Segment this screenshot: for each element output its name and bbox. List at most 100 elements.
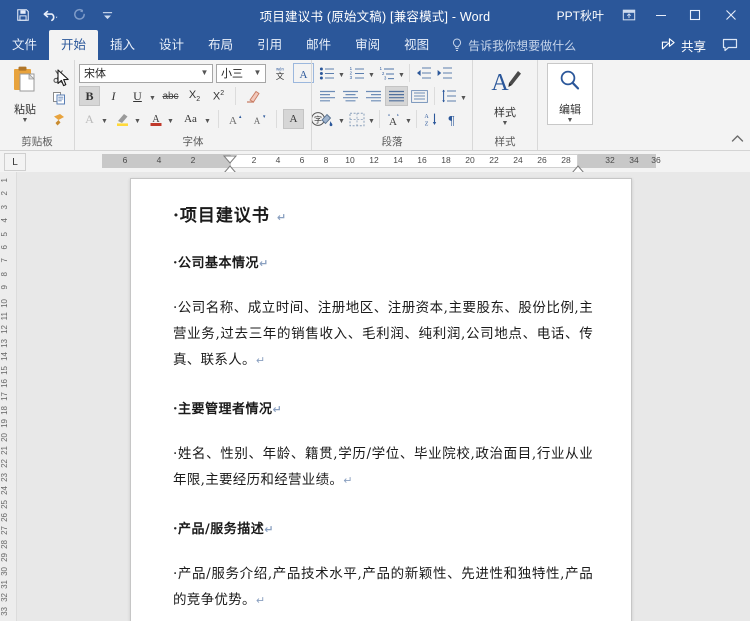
editing-button[interactable]: 编辑 ▼ — [547, 63, 593, 125]
tab-references[interactable]: 引用 — [245, 30, 294, 60]
shading-split[interactable]: ▼ — [316, 109, 346, 129]
borders-icon[interactable] — [346, 109, 367, 129]
align-right-button[interactable] — [362, 86, 385, 106]
increase-indent-icon[interactable] — [434, 63, 455, 83]
styles-button[interactable]: A 样式 ▼ — [482, 63, 528, 127]
ribbon-display-options-icon[interactable] — [614, 0, 644, 30]
bullets-icon[interactable] — [316, 63, 337, 83]
undo-icon[interactable] — [38, 3, 64, 27]
cjk-layout-split[interactable]: A ▼ — [383, 109, 413, 129]
show-formatting-marks-icon[interactable]: ¶ — [441, 109, 462, 129]
chevron-down-icon[interactable]: ▼ — [567, 117, 574, 124]
font-name-combo[interactable]: 宋体 ▼ — [79, 63, 213, 83]
subscript-button[interactable]: X2 — [184, 86, 205, 106]
superscript-button[interactable]: X2 — [208, 86, 229, 106]
chevron-down-icon[interactable]: ▼ — [337, 109, 346, 129]
tab-view[interactable]: 视图 — [392, 30, 441, 60]
line-spacing-split[interactable]: ▼ — [438, 86, 468, 106]
distribute-button[interactable] — [408, 86, 431, 106]
underline-split[interactable]: U ▼ — [127, 86, 157, 106]
horizontal-ruler[interactable]: 6 4 2 2 4 6 8 10 12 14 16 18 20 22 24 26… — [28, 154, 750, 182]
numbering-icon[interactable]: 123 — [346, 63, 367, 83]
account-name[interactable]: PPT秋叶 — [547, 7, 614, 24]
chevron-down-icon[interactable]: ▼ — [148, 86, 157, 106]
font-color-split[interactable]: A ▼ — [145, 109, 175, 129]
tab-home[interactable]: 开始 — [49, 30, 99, 60]
format-painter-icon[interactable] — [48, 110, 70, 130]
text-effects-split[interactable]: A ▼ — [79, 109, 109, 129]
highlight-split[interactable]: ▼ — [112, 109, 142, 129]
bullets-split[interactable]: ▼ — [316, 63, 346, 83]
chevron-down-icon[interactable]: ▼ — [337, 63, 346, 83]
paragraph-body[interactable]: ·公司名称、成立时间、注册地区、注册资本,主要股东、股份比例,主营业务,过去三年… — [173, 295, 593, 374]
sort-icon[interactable]: AZ — [420, 109, 441, 129]
paragraph-title[interactable]: ·项目建议书 ↵ — [173, 201, 593, 226]
vertical-ruler[interactable]: 1 2 3 4 5 6 7 8 9 10 11 12 13 14 15 16 17 18 19 20 21 22 23 24 2… — [0, 172, 17, 621]
tab-stop-selector[interactable]: L — [4, 153, 26, 171]
paste-button[interactable]: 粘贴 ▼ — [4, 63, 46, 124]
tell-me-search[interactable]: 告诉我你想要做什么 — [441, 30, 586, 60]
chevron-down-icon[interactable]: ▼ — [367, 63, 376, 83]
decrease-indent-icon[interactable] — [413, 63, 434, 83]
chevron-down-icon[interactable]: ▼ — [502, 120, 509, 127]
text-effects-icon[interactable]: A — [79, 109, 100, 129]
tab-file[interactable]: 文件 — [0, 30, 49, 60]
chevron-down-icon[interactable]: ▼ — [203, 109, 212, 129]
chevron-down-icon[interactable]: ▼ — [252, 69, 263, 77]
change-case-icon[interactable]: Aa — [178, 109, 203, 129]
bold-button[interactable]: B — [79, 86, 100, 106]
paragraph-heading[interactable]: ·主要管理者情况↵ — [173, 398, 593, 417]
tab-mailings[interactable]: 邮件 — [294, 30, 343, 60]
save-icon[interactable] — [10, 3, 36, 27]
multilevel-list-split[interactable]: 123 ▼ — [376, 63, 406, 83]
share-button[interactable]: 共享 — [655, 36, 712, 55]
minimize-button[interactable] — [644, 0, 678, 30]
align-left-button[interactable] — [316, 86, 339, 106]
chevron-down-icon[interactable]: ▼ — [22, 117, 29, 124]
grow-font-icon[interactable]: A — [225, 109, 246, 129]
justify-button[interactable] — [385, 86, 408, 106]
character-shading-icon[interactable]: A — [283, 109, 304, 129]
paragraph-heading[interactable]: ·公司基本情况↵ — [173, 252, 593, 271]
chevron-down-icon[interactable]: ▼ — [367, 109, 376, 129]
paragraph-body[interactable]: ·产品/服务介绍,产品技术水平,产品的新颖性、先进性和独特性,产品的竞争优势。↵ — [173, 561, 593, 614]
cjk-layout-icon[interactable]: A — [383, 109, 404, 129]
highlight-color-icon[interactable] — [112, 109, 133, 129]
comments-icon[interactable] — [716, 30, 744, 60]
tab-review[interactable]: 审阅 — [343, 30, 392, 60]
cut-icon[interactable] — [48, 66, 70, 86]
chevron-down-icon[interactable]: ▼ — [397, 63, 406, 83]
tab-insert[interactable]: 插入 — [98, 30, 147, 60]
font-size-combo[interactable]: 小三 ▼ — [216, 63, 266, 83]
chevron-down-icon[interactable]: ▼ — [404, 109, 413, 129]
maximize-button[interactable] — [678, 0, 712, 30]
paragraph-heading[interactable]: ·产品/服务描述↵ — [173, 518, 593, 537]
line-spacing-icon[interactable] — [438, 86, 459, 106]
clear-formatting-icon[interactable] — [242, 86, 263, 106]
redo-icon[interactable] — [66, 3, 92, 27]
close-button[interactable] — [712, 0, 750, 30]
chevron-down-icon[interactable]: ▼ — [100, 109, 109, 129]
font-color-icon[interactable]: A — [145, 109, 166, 129]
phonetic-guide-icon[interactable]: wén 文 — [269, 63, 290, 83]
align-center-button[interactable] — [339, 86, 362, 106]
copy-icon[interactable] — [48, 88, 70, 108]
document-page[interactable]: ·项目建议书 ↵ ·公司基本情况↵ ·公司名称、成立时间、注册地区、注册资本,主… — [130, 178, 632, 621]
italic-button[interactable]: I — [103, 86, 124, 106]
multilevel-list-icon[interactable]: 123 — [376, 63, 397, 83]
paragraph-shading-icon[interactable] — [316, 109, 337, 129]
chevron-down-icon[interactable]: ▼ — [133, 109, 142, 129]
customize-qat-icon[interactable] — [94, 3, 120, 27]
strikethrough-button[interactable]: abc — [160, 86, 181, 106]
shrink-font-icon[interactable]: A — [249, 109, 270, 129]
tab-layout[interactable]: 布局 — [196, 30, 245, 60]
document-body[interactable]: ·项目建议书 ↵ ·公司基本情况↵ ·公司名称、成立时间、注册地区、注册资本,主… — [131, 179, 631, 621]
borders-split[interactable]: ▼ — [346, 109, 376, 129]
chevron-down-icon[interactable]: ▼ — [459, 86, 468, 106]
paragraph-body[interactable]: ·姓名、性别、年龄、籍贯,学历/学位、毕业院校,政治面目,行业从业年限,主要经历… — [173, 441, 593, 494]
underline-button[interactable]: U — [127, 86, 148, 106]
chevron-down-icon[interactable]: ▼ — [166, 109, 175, 129]
numbering-split[interactable]: 123 ▼ — [346, 63, 376, 83]
tab-design[interactable]: 设计 — [147, 30, 196, 60]
collapse-ribbon-icon[interactable] — [731, 133, 745, 147]
